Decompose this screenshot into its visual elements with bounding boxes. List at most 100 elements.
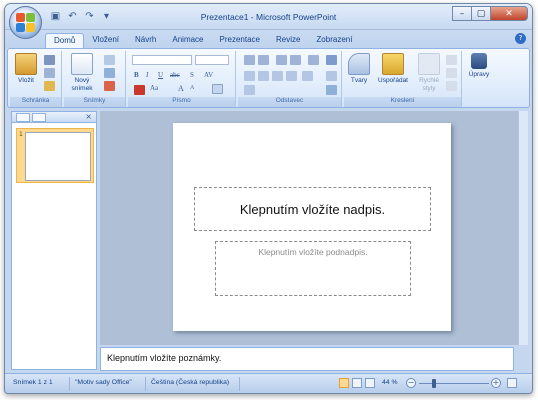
cut-icon[interactable] [44,55,55,65]
office-button[interactable] [9,6,42,39]
distribute-icon[interactable] [244,85,255,95]
slide-thumbnail[interactable] [25,132,91,181]
drawing-group: Tvary Uspořádat Rychlé styly Kreslení [344,51,462,107]
tab-4[interactable]: Prezentace [212,33,268,48]
arrange-icon [382,53,404,75]
line-spacing-icon[interactable] [308,55,319,65]
clipboard-group: Vložit Schránka [10,51,62,107]
reset-icon[interactable] [104,68,115,78]
zoom-out-icon[interactable]: − [406,378,416,388]
numbering-icon[interactable] [258,55,269,65]
pane-tabs: × [12,112,96,123]
delete-slide-icon[interactable] [104,81,115,91]
font-name-combo[interactable] [132,55,192,65]
new-slide-button[interactable]: Nový snímek [67,53,97,93]
slide-count: Snímek 1 z 1 [13,379,53,386]
tab-outline[interactable] [32,113,46,122]
zoom-slider-thumb[interactable] [432,379,437,388]
format-painter-icon[interactable] [44,81,55,91]
shape-fill-icon[interactable] [446,55,457,65]
paste-label: Vložit [18,77,34,84]
subtitle-placeholder[interactable]: Klepnutím vložíte podnadpis. [215,241,411,296]
quick-styles-button[interactable]: Rychlé styly [414,53,444,93]
status-bar: Snímek 1 z 1 "Motiv sady Office" Čeština… [5,373,532,393]
clipboard-icon [15,53,37,75]
office-logo-icon [15,12,36,33]
text-direction-icon[interactable] [326,55,337,65]
slide-number: 1 [19,131,23,138]
tab-0[interactable]: Domů [45,33,85,48]
quick-styles-label: Rychlé styly [419,77,439,92]
new-slide-icon [71,53,93,75]
editing-button[interactable]: Úpravy [466,53,492,79]
shapes-icon [348,53,370,75]
align-center-icon[interactable] [258,71,269,81]
align-left-icon[interactable] [244,71,255,81]
shapes-button[interactable]: Tvary [346,53,372,85]
paragraph-group-label: Odstavec [238,97,341,107]
fit-to-window-icon[interactable] [507,378,517,388]
increase-indent-icon[interactable] [290,55,301,65]
vertical-scrollbar[interactable] [518,111,528,345]
close-pane-icon[interactable]: × [85,112,92,121]
font-color-icon[interactable] [134,85,145,95]
language-indicator[interactable]: Čeština (Česká republika) [151,379,229,386]
font-size-combo[interactable] [195,55,229,65]
columns-icon[interactable] [302,71,313,81]
slide-sorter-view-icon[interactable] [352,378,362,388]
normal-view-icon[interactable] [339,378,349,388]
tab-slides[interactable] [16,113,30,122]
maximize-button[interactable]: ▢ [471,6,491,21]
align-right-icon[interactable] [272,71,283,81]
slides-pane: × 1 [11,111,97,370]
arrange-button[interactable]: Uspořádat [374,53,412,85]
slide-thumbnail-selected[interactable]: 1 [16,128,94,183]
bullets-icon[interactable] [244,55,255,65]
new-slide-label: Nový snímek [71,77,93,92]
shadow-button[interactable]: S [190,71,194,79]
powerpoint-window: ▣ ↶ ↷ ▾ Prezentace1 - Microsoft PowerPoi… [4,3,533,394]
title-placeholder[interactable]: Klepnutím vložíte nadpis. [194,187,431,231]
character-spacing-button[interactable]: AV [204,71,213,79]
justify-icon[interactable] [286,71,297,81]
tab-1[interactable]: Vložení [84,33,127,48]
editing-group: Úpravy [464,51,494,107]
ribbon-tabs-bar: Domů Vložení Návrh Animace Prezentace Revize Z… [5,30,532,48]
quick-styles-icon [418,53,440,75]
font-group: B I U abc S AV Aa A A Písmo [128,51,236,107]
bold-button[interactable]: B [134,71,139,79]
slide-editor: Klepnutím vložíte nadpis. Klepnutím vlož… [100,111,525,345]
zoom-level[interactable]: 44 % [382,379,398,386]
slideshow-view-icon[interactable] [365,378,375,388]
grow-font-button[interactable]: A [178,84,184,93]
strikethrough-button[interactable]: abc [170,71,180,79]
notes-pane[interactable]: Klepnutím vložíte poznámky. [100,347,514,371]
tab-5[interactable]: Revize [268,33,308,48]
underline-button[interactable]: U [158,71,163,79]
shape-effects-icon[interactable] [446,81,457,91]
ribbon: Vložit Schránka Nový snímek Snímky B I U [7,48,530,108]
shrink-font-button[interactable]: A [190,85,194,91]
change-case-button[interactable]: Aa [150,84,158,92]
tab-3[interactable]: Animace [164,33,211,48]
smartart-icon[interactable] [326,85,337,95]
slides-group: Nový snímek Snímky [64,51,126,107]
zoom-slider-track[interactable] [419,383,489,384]
tab-6[interactable]: Zobrazení [308,33,360,48]
copy-icon[interactable] [44,68,55,78]
zoom-in-icon[interactable]: + [491,378,501,388]
close-button[interactable]: ✕ [490,6,528,21]
shape-outline-icon[interactable] [446,68,457,78]
slide-canvas[interactable]: Klepnutím vložíte nadpis. Klepnutím vlož… [173,123,451,331]
minimize-button[interactable]: – [452,6,472,21]
clear-formatting-icon[interactable] [212,84,223,94]
align-text-icon[interactable] [326,71,337,81]
tab-2[interactable]: Návrh [127,33,164,48]
help-icon[interactable]: ? [515,33,526,44]
ribbon-tabs: Domů Vložení Návrh Animace Prezentace Revize Z… [45,33,360,48]
paste-button[interactable]: Vložit [12,53,40,85]
italic-button[interactable]: I [146,71,148,79]
decrease-indent-icon[interactable] [276,55,287,65]
layout-icon[interactable] [104,55,115,65]
font-group-label: Písmo [128,97,235,107]
